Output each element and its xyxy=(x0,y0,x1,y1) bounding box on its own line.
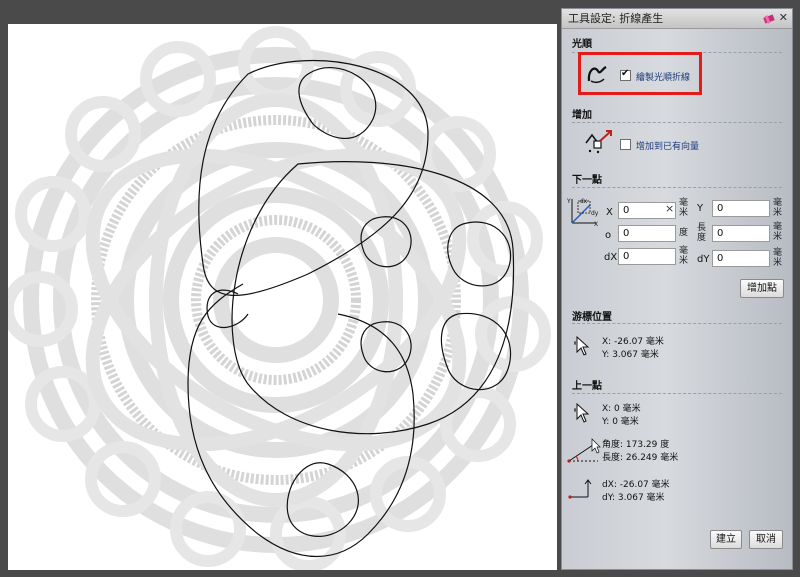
length-unit: 毫米 xyxy=(773,222,783,242)
previous-y: Y: 0 毫米 xyxy=(602,417,639,427)
angle-label: o xyxy=(605,230,612,241)
knot-design xyxy=(8,26,551,570)
angle-length-icon xyxy=(566,435,602,469)
highlight-annotation xyxy=(578,52,702,95)
svg-text:X: X xyxy=(594,221,598,227)
x-unit: 毫米 xyxy=(679,198,689,218)
previous-dy: dY: 3.067 毫米 xyxy=(602,493,665,503)
add-to-vector-checkbox[interactable] xyxy=(620,139,631,150)
svg-text:dy: dy xyxy=(591,210,599,217)
divider xyxy=(572,323,782,324)
add-section-title: 增加 xyxy=(572,110,592,121)
previous-angle: 角度: 173.29 度 xyxy=(602,440,670,450)
y-label: Y xyxy=(697,203,704,214)
app-icon xyxy=(763,12,775,24)
cursor-icon xyxy=(574,335,592,361)
svg-text:Y: Y xyxy=(566,198,571,205)
cursor-position-section-title: 游標位置 xyxy=(572,312,612,323)
length-label: 長度 xyxy=(697,223,707,243)
add-to-vector-label[interactable]: 增加到已有向量 xyxy=(636,139,699,152)
panel-title: 工具設定: 折線產生 xyxy=(568,12,664,25)
panel-titlebar[interactable]: 工具設定: 折線產生 ✕ xyxy=(562,9,792,29)
create-button[interactable]: 建立 xyxy=(710,530,742,549)
dx-unit: 毫米 xyxy=(679,246,689,266)
dy-input[interactable]: 0 xyxy=(712,250,770,267)
dx-label: dX xyxy=(604,252,618,263)
clear-icon[interactable]: × xyxy=(665,202,674,215)
x-label: X xyxy=(606,207,613,218)
divider xyxy=(572,187,782,188)
add-point-button[interactable]: 增加點 xyxy=(740,279,784,298)
divider xyxy=(572,122,782,123)
angle-unit: 度 xyxy=(679,228,689,238)
close-icon[interactable]: ✕ xyxy=(779,11,788,25)
y-unit: 毫米 xyxy=(773,198,783,218)
workspace xyxy=(0,0,560,577)
coordinate-axes-icon: dx dy Y X xyxy=(566,195,600,231)
dy-unit: 毫米 xyxy=(773,248,783,268)
next-point-section-title: 下一點 xyxy=(572,175,602,186)
angle-input[interactable]: 0 xyxy=(618,225,676,242)
previous-dx: dX: -26.07 毫米 xyxy=(602,480,670,490)
previous-point-section-title: 上一點 xyxy=(572,381,602,392)
y-input[interactable]: 0 xyxy=(712,200,770,217)
length-input[interactable]: 0 xyxy=(712,225,770,242)
delta-icon xyxy=(566,475,596,505)
dy-label: dY xyxy=(697,254,710,265)
cursor-x: X: -26.07 毫米 xyxy=(602,337,664,347)
cursor-y: Y: 3.067 毫米 xyxy=(602,350,659,360)
previous-x: X: 0 毫米 xyxy=(602,404,641,414)
dx-input[interactable]: 0 xyxy=(618,248,676,265)
cancel-button[interactable]: 取消 xyxy=(749,530,783,549)
smooth-section-title: 光順 xyxy=(572,39,592,50)
previous-length: 長度: 26.249 毫米 xyxy=(602,453,679,463)
cursor-icon xyxy=(574,402,592,428)
add-vector-icon xyxy=(584,129,614,159)
design-canvas[interactable] xyxy=(8,24,557,570)
svg-text:dx: dx xyxy=(580,198,588,205)
divider xyxy=(572,393,782,394)
